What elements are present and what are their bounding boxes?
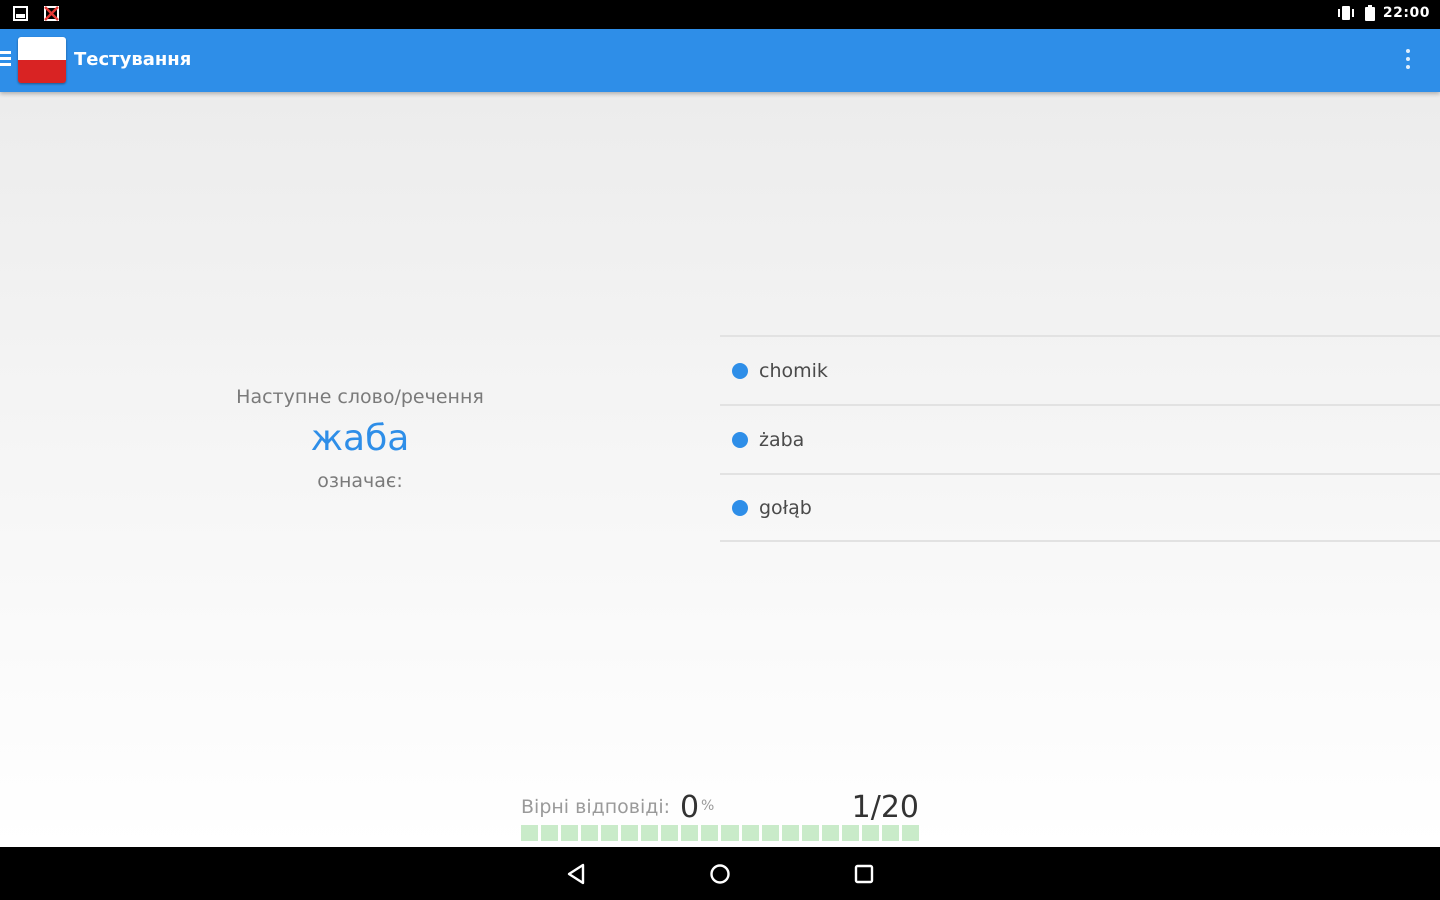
progress-segment xyxy=(841,825,859,841)
answer-text: żaba xyxy=(759,428,805,451)
progress-segment xyxy=(641,825,659,841)
progress-segment xyxy=(761,825,779,841)
quiz-content: Наступне слово/речення жаба означає: cho… xyxy=(0,92,1440,847)
progress-segment xyxy=(721,825,739,841)
progress-segment xyxy=(881,825,899,841)
progress-label: Вірні відповіді: xyxy=(521,796,671,818)
progress-segment xyxy=(801,825,819,841)
status-bar: 22:00 xyxy=(0,0,1440,29)
progress-segment xyxy=(821,825,839,841)
status-notification-icons xyxy=(12,6,60,21)
question-label: Наступне слово/речення xyxy=(236,386,484,408)
progress-percent-value: 0 xyxy=(680,790,700,825)
no-sim-icon xyxy=(44,6,59,21)
progress-segment xyxy=(561,825,579,841)
navigation-bar xyxy=(0,847,1440,900)
vibrate-icon xyxy=(1337,6,1354,20)
recent-apps-icon[interactable] xyxy=(851,861,877,887)
answer-option-2[interactable]: żaba xyxy=(720,404,1440,473)
progress-segment xyxy=(781,825,799,841)
overflow-menu-icon[interactable] xyxy=(1406,49,1412,73)
poland-flag-icon[interactable] xyxy=(18,37,66,83)
answer-list: chomik żaba gołąb xyxy=(720,335,1440,542)
progress-segment xyxy=(601,825,619,841)
progress-bar xyxy=(521,825,919,841)
progress-segment xyxy=(701,825,719,841)
answer-option-1[interactable]: chomik xyxy=(720,335,1440,404)
answer-text: chomik xyxy=(759,359,828,382)
progress-panel: Вірні відповіді: 0 % 1/20 xyxy=(521,790,919,844)
status-system-icons: 22:00 xyxy=(1335,5,1430,21)
home-icon[interactable] xyxy=(707,861,733,887)
progress-segment xyxy=(681,825,699,841)
back-icon[interactable] xyxy=(563,861,589,887)
battery-icon xyxy=(1364,5,1375,21)
bullet-icon xyxy=(732,431,748,448)
progress-percent-sign: % xyxy=(701,798,715,814)
bullet-icon xyxy=(732,362,748,379)
sd-card-icon xyxy=(13,6,28,21)
bullet-icon xyxy=(732,499,748,516)
app-bar: Тестування xyxy=(0,29,1440,92)
progress-segment xyxy=(581,825,599,841)
answer-option-3[interactable]: gołąb xyxy=(720,473,1440,542)
progress-segment xyxy=(661,825,679,841)
question-means: означає: xyxy=(317,470,403,492)
question-word: жаба xyxy=(310,418,410,459)
status-clock: 22:00 xyxy=(1382,5,1430,21)
progress-count: 1/20 xyxy=(851,790,919,825)
progress-segment xyxy=(901,825,919,841)
progress-segment xyxy=(541,825,559,841)
progress-segment xyxy=(621,825,639,841)
menu-icon[interactable] xyxy=(0,51,12,69)
app-title: Тестування xyxy=(74,49,192,70)
progress-segment xyxy=(861,825,879,841)
progress-segment xyxy=(521,825,539,841)
answer-text: gołąb xyxy=(759,496,812,519)
progress-segment xyxy=(741,825,759,841)
